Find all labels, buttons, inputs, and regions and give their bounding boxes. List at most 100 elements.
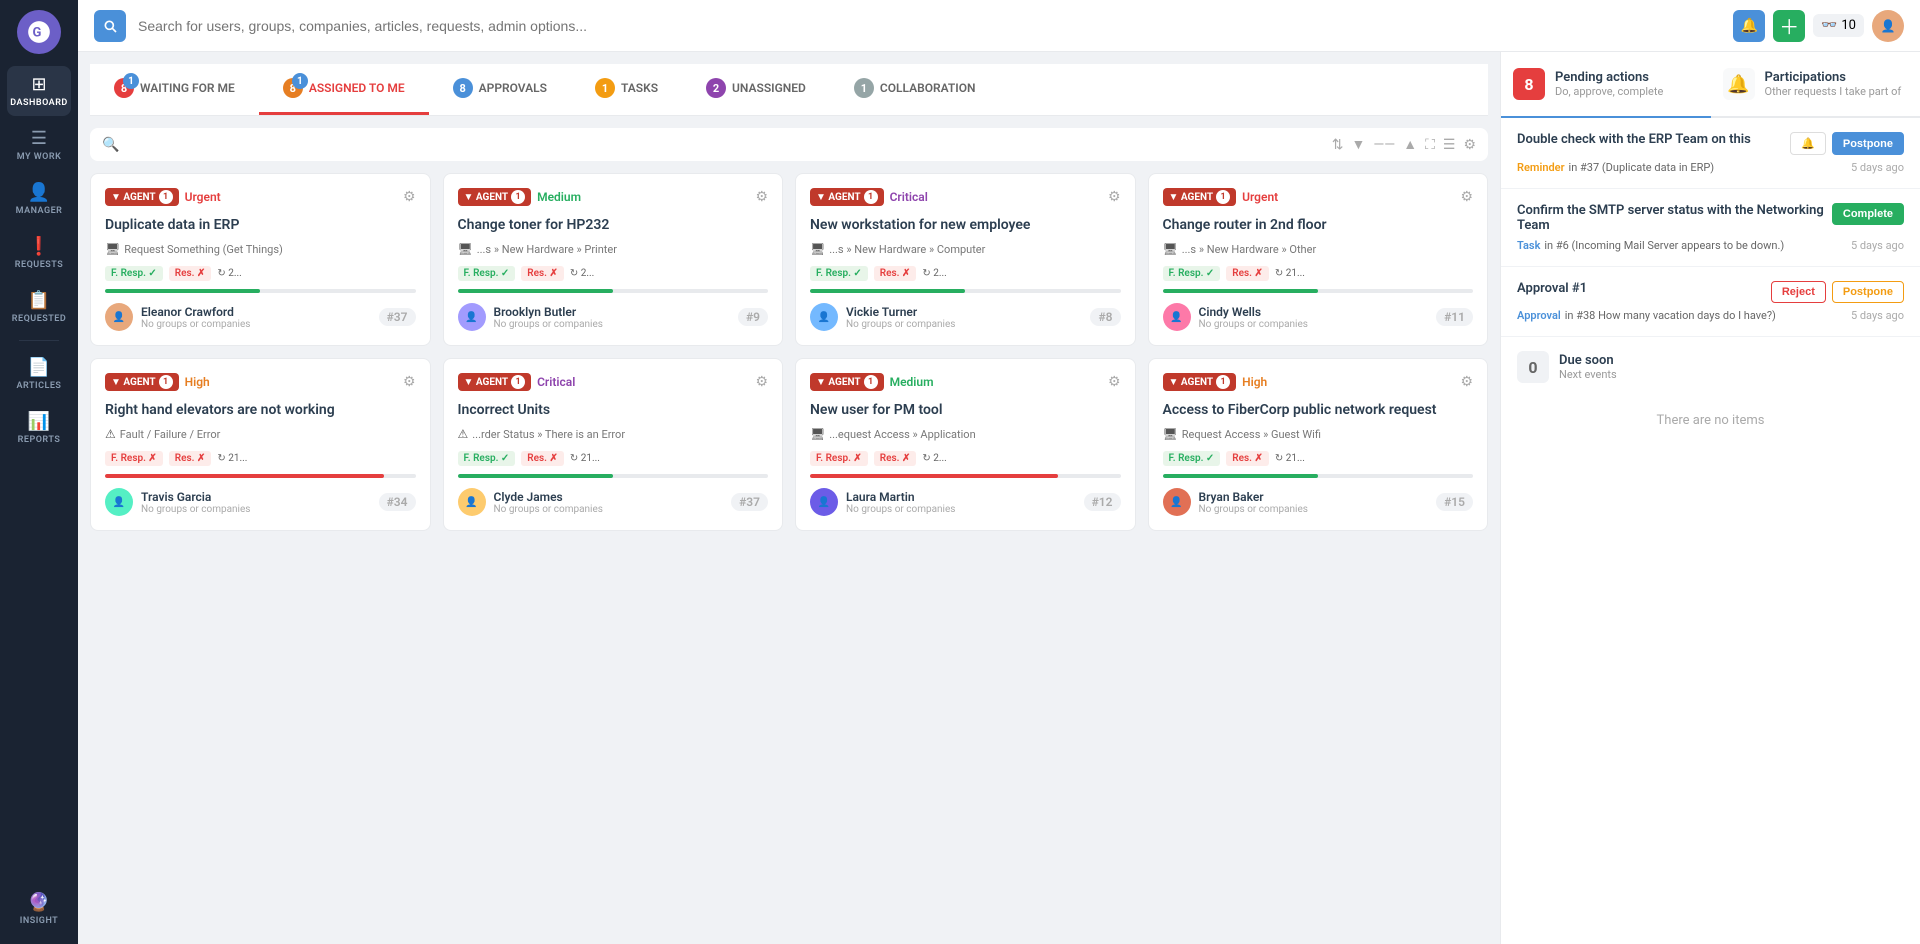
reject-btn-3[interactable]: Reject xyxy=(1771,281,1826,303)
card-title-6: New user for PM tool xyxy=(810,401,1121,419)
meta-type-1: Reminder xyxy=(1517,161,1565,174)
bell-action-btn-1[interactable]: 🔔 xyxy=(1790,132,1826,155)
dashboard-icon: ⊞ xyxy=(31,74,46,95)
card-card1[interactable]: ▼ AGENT 1 Urgent ⚙ Duplicate data in ERP… xyxy=(90,173,431,346)
gear-icon-6[interactable]: ⚙ xyxy=(1108,374,1121,390)
user-name-0: Eleanor Crawford xyxy=(141,305,371,319)
complete-btn-2[interactable]: Complete xyxy=(1832,203,1904,225)
agent-badge-5: ▼ AGENT 1 xyxy=(458,373,532,391)
glasses-button[interactable]: 👓 10 xyxy=(1813,14,1864,37)
card-card2[interactable]: ▼ AGENT 1 Medium ⚙ Change toner for HP23… xyxy=(443,173,784,346)
pending-actions-tab[interactable]: 8 Pending actions Do, approve, complete xyxy=(1501,52,1711,118)
tabs-bar: 8 1 WAITING FOR ME 8 1 ASSIGNED TO ME 8 xyxy=(90,64,1488,116)
cat-icon-1: 🖥 xyxy=(458,242,473,256)
gear-icon-1[interactable]: ⚙ xyxy=(755,189,768,205)
participations-tab[interactable]: 🔔 Participations Other requests I take p… xyxy=(1711,52,1920,118)
card-title-2: New workstation for new employee xyxy=(810,216,1121,234)
sidebar-item-reports[interactable]: 📊 REPORTS xyxy=(7,403,71,453)
cards-grid: ▼ AGENT 1 Urgent ⚙ Duplicate data in ERP… xyxy=(90,173,1488,531)
user-company-6: No groups or companies xyxy=(846,504,1076,515)
due-soon-section: 0 Due soon Next events There are no item… xyxy=(1501,337,1920,462)
manager-icon: 👤 xyxy=(28,182,50,203)
card-category-0: 🖥 Request Something (Get Things) xyxy=(105,242,416,256)
card-header-0: ▼ AGENT 1 Urgent ⚙ xyxy=(105,188,416,206)
progress-bar-3 xyxy=(1163,289,1474,293)
card-header-3: ▼ AGENT 1 Urgent ⚙ xyxy=(1163,188,1474,206)
card-card4[interactable]: ▼ AGENT 1 Urgent ⚙ Change router in 2nd … xyxy=(1148,173,1489,346)
res-1: Res. ✗ xyxy=(521,266,564,281)
postpone-btn-3[interactable]: Postpone xyxy=(1832,281,1904,303)
card-stats-0: F. Resp. ✓ Res. ✗ ↻ 2... xyxy=(105,266,416,281)
tab-assigned[interactable]: 8 1 ASSIGNED TO ME xyxy=(259,64,429,115)
counter-7: ↻ 21... xyxy=(1275,453,1305,464)
postpone-btn-1[interactable]: Postpone xyxy=(1832,132,1904,155)
card-card7[interactable]: ▼ AGENT 1 Medium ⚙ New user for PM tool … xyxy=(795,358,1136,531)
sidebar-item-my-work[interactable]: ☰ MY WORK xyxy=(7,120,71,170)
card-header-6: ▼ AGENT 1 Medium ⚙ xyxy=(810,373,1121,391)
tab-approvals[interactable]: 8 APPROVALS xyxy=(429,64,571,115)
f-resp-3: F. Resp. ✓ xyxy=(1163,266,1221,281)
search-input[interactable] xyxy=(138,18,1721,34)
sidebar-item-dashboard[interactable]: ⊞ DASHBOARD xyxy=(7,66,71,116)
sidebar-logo[interactable]: G xyxy=(17,10,61,54)
search-icon-button[interactable] xyxy=(94,10,126,42)
gear-icon-5[interactable]: ⚙ xyxy=(755,374,768,390)
user-company-1: No groups or companies xyxy=(494,319,730,330)
card-title-0: Duplicate data in ERP xyxy=(105,216,416,234)
card-header-1: ▼ AGENT 1 Medium ⚙ xyxy=(458,188,769,206)
action-meta-3: Approval in #38 How many vacation days d… xyxy=(1517,309,1904,322)
sidebar-item-articles[interactable]: 📄 ARTICLES xyxy=(7,349,71,399)
gear-icon-4[interactable]: ⚙ xyxy=(403,374,416,390)
action-meta-2: Task in #6 (Incoming Mail Server appears… xyxy=(1517,239,1904,252)
cat-icon-6: 🖥 xyxy=(810,427,825,441)
pending-title: Pending actions xyxy=(1555,70,1663,85)
card-card5[interactable]: ▼ AGENT 1 High ⚙ Right hand elevators ar… xyxy=(90,358,431,531)
user-name-5: Clyde James xyxy=(494,490,724,504)
tab-collaboration[interactable]: 1 COLLABORATION xyxy=(830,64,1000,115)
gear-icon-2[interactable]: ⚙ xyxy=(1108,189,1121,205)
cat-icon-4: ⚠ xyxy=(105,427,116,441)
priority-range-icon[interactable]: —— xyxy=(1373,137,1395,153)
progress-fill-2 xyxy=(810,289,965,293)
filter-input[interactable] xyxy=(127,137,1323,152)
card-card3[interactable]: ▼ AGENT 1 Critical ⚙ New workstation for… xyxy=(795,173,1136,346)
progress-bar-5 xyxy=(458,474,769,478)
card-stats-1: F. Resp. ✓ Res. ✗ ↻ 2... xyxy=(458,266,769,281)
counter-4: ↻ 21... xyxy=(217,453,247,464)
user-company-0: No groups or companies xyxy=(141,319,371,330)
agent-badge-0: ▼ AGENT 1 xyxy=(105,188,179,206)
sidebar-item-requests[interactable]: ❗ REQUESTS xyxy=(7,228,71,278)
priority-low-icon[interactable]: ▼ xyxy=(1351,136,1365,153)
settings-icon[interactable]: ⚙ xyxy=(1463,137,1476,153)
card-category-5: ⚠ ...rder Status » There is an Error xyxy=(458,427,769,441)
sidebar-item-manager[interactable]: 👤 MANAGER xyxy=(7,174,71,224)
right-panel-header: 8 Pending actions Do, approve, complete … xyxy=(1501,52,1920,118)
gear-icon-7[interactable]: ⚙ xyxy=(1460,374,1473,390)
card-footer-7: 👤 Bryan Baker No groups or companies #15 xyxy=(1163,488,1474,516)
card-card8[interactable]: ▼ AGENT 1 High ⚙ Access to FiberCorp pub… xyxy=(1148,358,1489,531)
list-icon[interactable]: ☰ xyxy=(1443,137,1456,153)
notification-button[interactable]: 🔔 xyxy=(1733,10,1765,42)
card-card6[interactable]: ▼ AGENT 1 Critical ⚙ Incorrect Units ⚠ .… xyxy=(443,358,784,531)
tab-waiting[interactable]: 8 1 WAITING FOR ME xyxy=(90,64,259,115)
sidebar-item-insight[interactable]: 🔮 INSIGHT xyxy=(7,884,71,934)
add-button[interactable]: ＋ xyxy=(1773,10,1805,42)
filter-search-icon: 🔍 xyxy=(102,137,119,153)
res-2: Res. ✗ xyxy=(874,266,917,281)
priority-1: Medium xyxy=(537,190,581,204)
tab-unassigned[interactable]: 2 UNASSIGNED xyxy=(682,64,830,115)
expand-icon[interactable]: ⛶ xyxy=(1425,137,1435,153)
user-avatar[interactable]: 👤 xyxy=(1872,10,1904,42)
res-3: Res. ✗ xyxy=(1226,266,1269,281)
progress-bar-4 xyxy=(105,474,416,478)
gear-icon-3[interactable]: ⚙ xyxy=(1460,189,1473,205)
sidebar-item-requested[interactable]: 📋 REQUESTED xyxy=(7,282,71,332)
tab-tasks[interactable]: 1 TASKS xyxy=(571,64,682,115)
priority-high-icon[interactable]: ▲ xyxy=(1403,136,1417,153)
gear-icon-0[interactable]: ⚙ xyxy=(403,189,416,205)
agent-badge-6: ▼ AGENT 1 xyxy=(810,373,884,391)
ticket-num-1: #9 xyxy=(738,308,768,326)
right-panel: 8 Pending actions Do, approve, complete … xyxy=(1500,52,1920,944)
sort-icon[interactable]: ⇅ xyxy=(1332,137,1344,153)
meta-text-1: in #37 (Duplicate data in ERP) xyxy=(1569,161,1715,174)
